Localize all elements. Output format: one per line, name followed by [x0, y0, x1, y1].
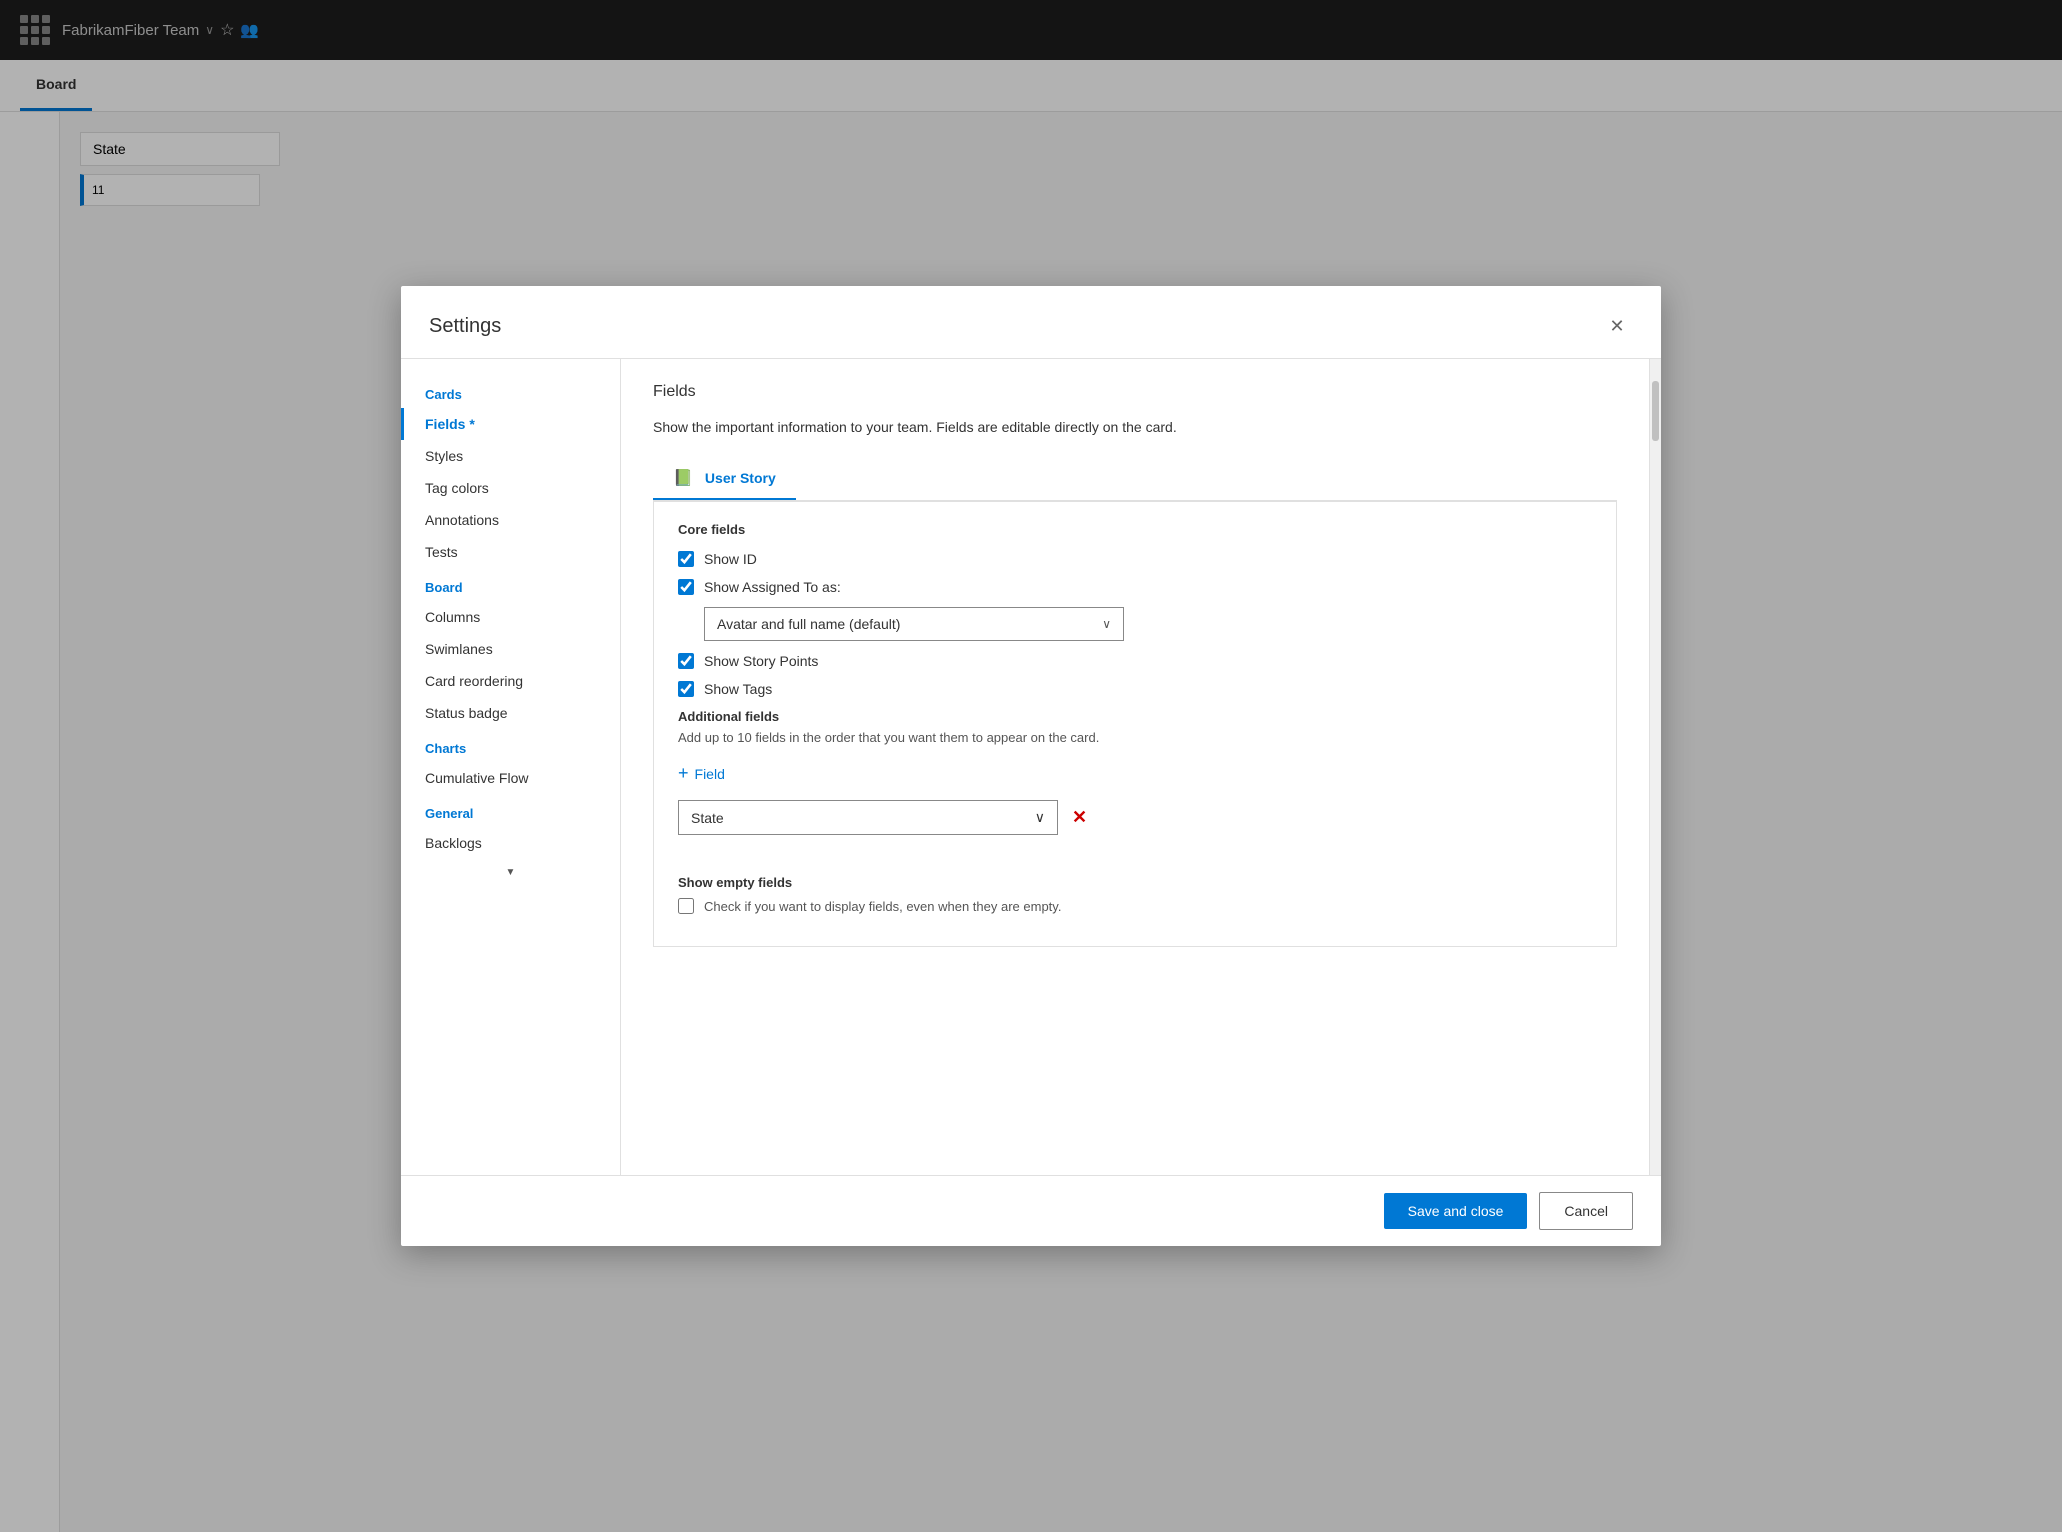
- state-dropdown-value: State: [691, 810, 724, 826]
- assigned-dropdown-chevron-icon: ∨: [1102, 617, 1111, 631]
- nav-item-tag-colors[interactable]: Tag colors: [401, 472, 620, 504]
- add-field-label: Field: [695, 766, 725, 782]
- show-id-row: Show ID: [678, 551, 1592, 567]
- show-tags-checkbox[interactable]: [678, 681, 694, 697]
- nav-item-status-badge[interactable]: Status badge: [401, 697, 620, 729]
- show-story-points-row: Show Story Points: [678, 653, 1592, 669]
- plus-icon: +: [678, 763, 689, 784]
- nav-item-columns[interactable]: Columns: [401, 601, 620, 633]
- nav-item-swimlanes[interactable]: Swimlanes: [401, 633, 620, 665]
- additional-fields-title: Additional fields: [678, 709, 1592, 724]
- delete-icon: ✕: [1072, 807, 1087, 827]
- user-story-tab[interactable]: 📗 User Story: [653, 458, 796, 500]
- save-close-button[interactable]: Save and close: [1384, 1193, 1528, 1229]
- additional-fields-section: Additional fields Add up to 10 fields in…: [678, 709, 1592, 835]
- add-field-button[interactable]: + Field: [678, 759, 725, 788]
- show-tags-label: Show Tags: [704, 681, 772, 697]
- scrollbar-top: [1650, 359, 1661, 379]
- assigned-as-dropdown[interactable]: Avatar and full name (default) ∨: [704, 607, 1124, 641]
- nav-section-general: General: [401, 794, 620, 827]
- show-story-points-label: Show Story Points: [704, 653, 818, 669]
- modal-body: Cards Fields * Styles Tag colors Annotat…: [401, 359, 1661, 1175]
- scrollbar-thumb[interactable]: [1652, 381, 1659, 441]
- core-fields-title: Core fields: [678, 522, 1592, 537]
- content-section-title: Fields: [653, 383, 1617, 401]
- show-empty-row: Check if you want to display fields, eve…: [678, 898, 1592, 914]
- nav-item-tests[interactable]: Tests: [401, 536, 620, 568]
- user-story-tab-label: User Story: [705, 470, 776, 486]
- nav-section-board: Board: [401, 568, 620, 601]
- content-description: Show the important information to your t…: [653, 417, 1617, 438]
- state-dropdown-chevron-icon: ∨: [1035, 809, 1045, 826]
- nav-item-styles[interactable]: Styles: [401, 440, 620, 472]
- settings-modal: Settings ✕ Cards Fields * Styles Tag col…: [401, 286, 1661, 1246]
- modal-header: Settings ✕: [401, 286, 1661, 359]
- settings-nav: Cards Fields * Styles Tag colors Annotat…: [401, 359, 621, 1175]
- show-story-points-checkbox[interactable]: [678, 653, 694, 669]
- show-empty-desc: Check if you want to display fields, eve…: [704, 899, 1061, 914]
- show-id-label: Show ID: [704, 551, 757, 567]
- assigned-dropdown-value: Avatar and full name (default): [717, 616, 900, 632]
- nav-item-fields[interactable]: Fields *: [401, 408, 620, 440]
- show-assigned-label: Show Assigned To as:: [704, 579, 841, 595]
- modal-scrollbar[interactable]: [1649, 359, 1661, 1175]
- show-assigned-checkbox[interactable]: [678, 579, 694, 595]
- delete-state-button[interactable]: ✕: [1068, 803, 1091, 832]
- modal-footer: Save and close Cancel: [401, 1175, 1661, 1246]
- state-field-row: State ∨ ✕: [678, 800, 1592, 835]
- nav-section-cards: Cards: [401, 375, 620, 408]
- additional-fields-desc: Add up to 10 fields in the order that yo…: [678, 730, 1592, 745]
- show-id-checkbox[interactable]: [678, 551, 694, 567]
- nav-item-cumulative-flow[interactable]: Cumulative Flow: [401, 762, 620, 794]
- fields-section: Core fields Show ID Show Assigned To as:…: [653, 501, 1617, 947]
- modal-title: Settings: [429, 315, 501, 338]
- settings-content: Fields Show the important information to…: [621, 359, 1649, 1175]
- work-item-tabs: 📗 User Story: [653, 458, 1617, 501]
- book-icon: 📗: [673, 468, 693, 488]
- show-empty-title: Show empty fields: [678, 875, 1592, 890]
- show-empty-section: Show empty fields Check if you want to d…: [678, 855, 1592, 914]
- close-button[interactable]: ✕: [1601, 310, 1633, 342]
- show-tags-row: Show Tags: [678, 681, 1592, 697]
- nav-item-card-reordering[interactable]: Card reordering: [401, 665, 620, 697]
- nav-section-charts: Charts: [401, 729, 620, 762]
- show-empty-checkbox[interactable]: [678, 898, 694, 914]
- modal-overlay: Settings ✕ Cards Fields * Styles Tag col…: [0, 0, 2062, 1532]
- show-assigned-row: Show Assigned To as:: [678, 579, 1592, 595]
- nav-item-backlogs[interactable]: Backlogs: [401, 827, 620, 859]
- state-field-dropdown[interactable]: State ∨: [678, 800, 1058, 835]
- nav-item-annotations[interactable]: Annotations: [401, 504, 620, 536]
- cancel-button[interactable]: Cancel: [1539, 1192, 1633, 1230]
- nav-scroll-down-indicator: ▼: [401, 859, 620, 886]
